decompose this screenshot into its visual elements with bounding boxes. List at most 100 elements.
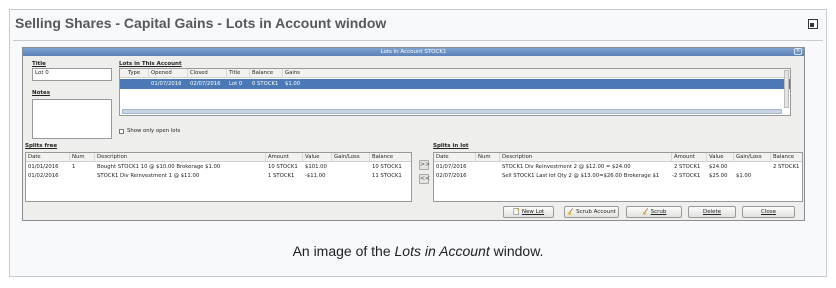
- lot-title: Lot 0: [229, 81, 243, 87]
- notes-label: Notes: [32, 90, 50, 96]
- lots-table-label: Lots in This Account: [119, 61, 182, 67]
- window-titlebar[interactable]: Lots in Account STOCK1 ×: [23, 48, 804, 56]
- col-amount[interactable]: Amount: [266, 153, 303, 162]
- col-balance[interactable]: Balance: [370, 153, 411, 162]
- remove-from-lot-button[interactable]: <<: [419, 174, 430, 184]
- lot-closed: 02/07/2016: [190, 81, 221, 87]
- col-title[interactable]: Title: [227, 69, 250, 78]
- split-description: STOCK1 Div Reinvestment 1 @ $11.00: [97, 173, 200, 179]
- split-value: $25.00: [709, 173, 728, 179]
- lots-in-account-window: Lots in Account STOCK1 × Title Lot 0 Not…: [22, 47, 805, 221]
- split-num: 1: [72, 164, 76, 170]
- col-description[interactable]: Description: [500, 153, 672, 162]
- close-icon[interactable]: ×: [794, 48, 802, 55]
- splits-free-label: Splits free: [25, 143, 57, 149]
- col-closed[interactable]: Closed: [188, 69, 227, 78]
- caption-text: An image of the: [292, 243, 395, 259]
- col-balance[interactable]: Balance: [250, 69, 283, 78]
- col-description[interactable]: Description: [95, 153, 266, 162]
- lots-vertical-scrollbar[interactable]: [784, 70, 789, 108]
- broom-icon: [642, 208, 648, 215]
- splits-free-label-text: Splits free: [25, 143, 58, 149]
- split-balance: 2 STOCK1: [773, 164, 800, 170]
- split-description: STOCK1 Div Reinvestment 2 @ $12.00 = $24…: [502, 164, 631, 170]
- show-open-label: Show only open lots: [127, 128, 181, 134]
- split-amount: -2 STOCK1: [672, 173, 701, 179]
- close-label: Close: [761, 209, 776, 215]
- split-balance: 10 STOCK1: [372, 164, 402, 170]
- split-date: 01/02/2016: [28, 173, 59, 179]
- broom-icon: [567, 208, 574, 215]
- lot-gains: $1.00: [285, 81, 301, 87]
- col-opened[interactable]: Opened: [149, 69, 188, 78]
- delete-button[interactable]: Delete: [688, 206, 736, 218]
- new-lot-button[interactable]: New Lot: [503, 206, 554, 218]
- lots-table: Type Opened Closed Title Balance Gains 0…: [119, 68, 791, 116]
- split-date: 01/07/2016: [436, 164, 467, 170]
- figure-caption: An image of the Lots in Account window.: [10, 243, 826, 259]
- col-value[interactable]: Value: [303, 153, 332, 162]
- split-description: Sell STOCK1 Last lot Qty 2 @ $13.00=$26.…: [502, 173, 660, 179]
- split-amount: 1 STOCK1: [268, 173, 295, 179]
- splits-free-header: Date Num Description Amount Value Gain/L…: [26, 153, 411, 162]
- split-gain-loss: $1.00: [736, 173, 752, 179]
- lots-table-label-text: Lots in This Account: [119, 61, 182, 67]
- split-value: $24.00: [709, 164, 728, 170]
- split-description: Bought STOCK1 10 @ $10.00 Brokerage $1.0…: [97, 164, 221, 170]
- splits-free-table: Date Num Description Amount Value Gain/L…: [25, 152, 412, 202]
- title-label-text: Title: [32, 61, 46, 67]
- col-date[interactable]: Date: [26, 153, 70, 162]
- splits-in-lot-table: Date Num Description Amount Value Gain/L…: [433, 152, 803, 202]
- table-row[interactable]: 01/01/2016 1 Bought STOCK1 10 @ $10.00 B…: [26, 163, 411, 172]
- close-button[interactable]: Close: [742, 206, 795, 218]
- split-amount: 2 STOCK1: [674, 164, 701, 170]
- splits-in-lot-header: Date Num Description Amount Value Gain/L…: [434, 153, 802, 162]
- caption-emphasis: Lots in Account: [394, 243, 490, 259]
- col-type[interactable]: Type: [126, 69, 149, 78]
- notes-field[interactable]: [32, 99, 112, 139]
- splits-in-lot-label: Splits in lot: [433, 143, 469, 149]
- add-to-lot-button[interactable]: >>: [419, 160, 430, 170]
- table-row[interactable]: 02/07/2016 Sell STOCK1 Last lot Qty 2 @ …: [434, 172, 802, 181]
- lots-table-header: Type Opened Closed Title Balance Gains: [120, 69, 790, 78]
- col-gains[interactable]: Gains: [283, 69, 313, 78]
- scrub-button[interactable]: Scrub: [626, 206, 682, 218]
- split-value: -$11.00: [305, 173, 326, 179]
- col-date[interactable]: Date: [434, 153, 476, 162]
- table-row[interactable]: 01/07/2016 02/07/2016 Lot 0 0 STOCK1 $1.…: [120, 79, 790, 89]
- col-gain-loss[interactable]: Gain/Loss: [332, 153, 370, 162]
- table-row[interactable]: 01/02/2016 STOCK1 Div Reinvestment 1 @ $…: [26, 172, 411, 181]
- scrub-label: Scrub: [650, 209, 667, 215]
- lot-opened: 01/07/2016: [151, 81, 182, 87]
- collapse-icon[interactable]: [808, 19, 818, 29]
- split-date: 01/01/2016: [28, 164, 59, 170]
- caption-text-end: window.: [489, 243, 544, 259]
- title-label: Title: [32, 61, 46, 67]
- figure-heading: Selling Shares - Capital Gains - Lots in…: [15, 15, 387, 31]
- col-balance[interactable]: Balance: [771, 153, 802, 162]
- scrub-account-label: Scrub Account: [576, 209, 616, 215]
- col-amount[interactable]: Amount: [672, 153, 707, 162]
- lots-horizontal-scrollbar[interactable]: [122, 109, 782, 114]
- col-value[interactable]: Value: [707, 153, 734, 162]
- divider: [13, 40, 823, 41]
- document-new-icon: [513, 208, 520, 215]
- title-field[interactable]: Lot 0: [32, 68, 112, 81]
- window-title: Lots in Account STOCK1: [380, 49, 447, 55]
- delete-label: Delete: [702, 209, 722, 215]
- split-date: 02/07/2016: [436, 173, 467, 179]
- split-amount: 10 STOCK1: [268, 164, 298, 170]
- split-value: $101.00: [305, 164, 327, 170]
- splits-in-lot-label-text: Splits in lot: [433, 143, 469, 149]
- table-row[interactable]: 01/07/2016 STOCK1 Div Reinvestment 2 @ $…: [434, 163, 802, 172]
- col-num[interactable]: Num: [476, 153, 500, 162]
- new-lot-label: New Lot: [521, 209, 545, 215]
- scrub-account-button[interactable]: Scrub Account: [564, 206, 619, 218]
- col-gain-loss[interactable]: Gain/Loss: [734, 153, 771, 162]
- col-num[interactable]: Num: [70, 153, 95, 162]
- split-balance: 11 STOCK1: [372, 173, 402, 179]
- notes-label-text: Notes: [32, 90, 51, 96]
- lot-balance: 0 STOCK1: [252, 81, 279, 87]
- show-open-checkbox[interactable]: [119, 129, 124, 134]
- figure-header: Selling Shares - Capital Gains - Lots in…: [10, 10, 826, 38]
